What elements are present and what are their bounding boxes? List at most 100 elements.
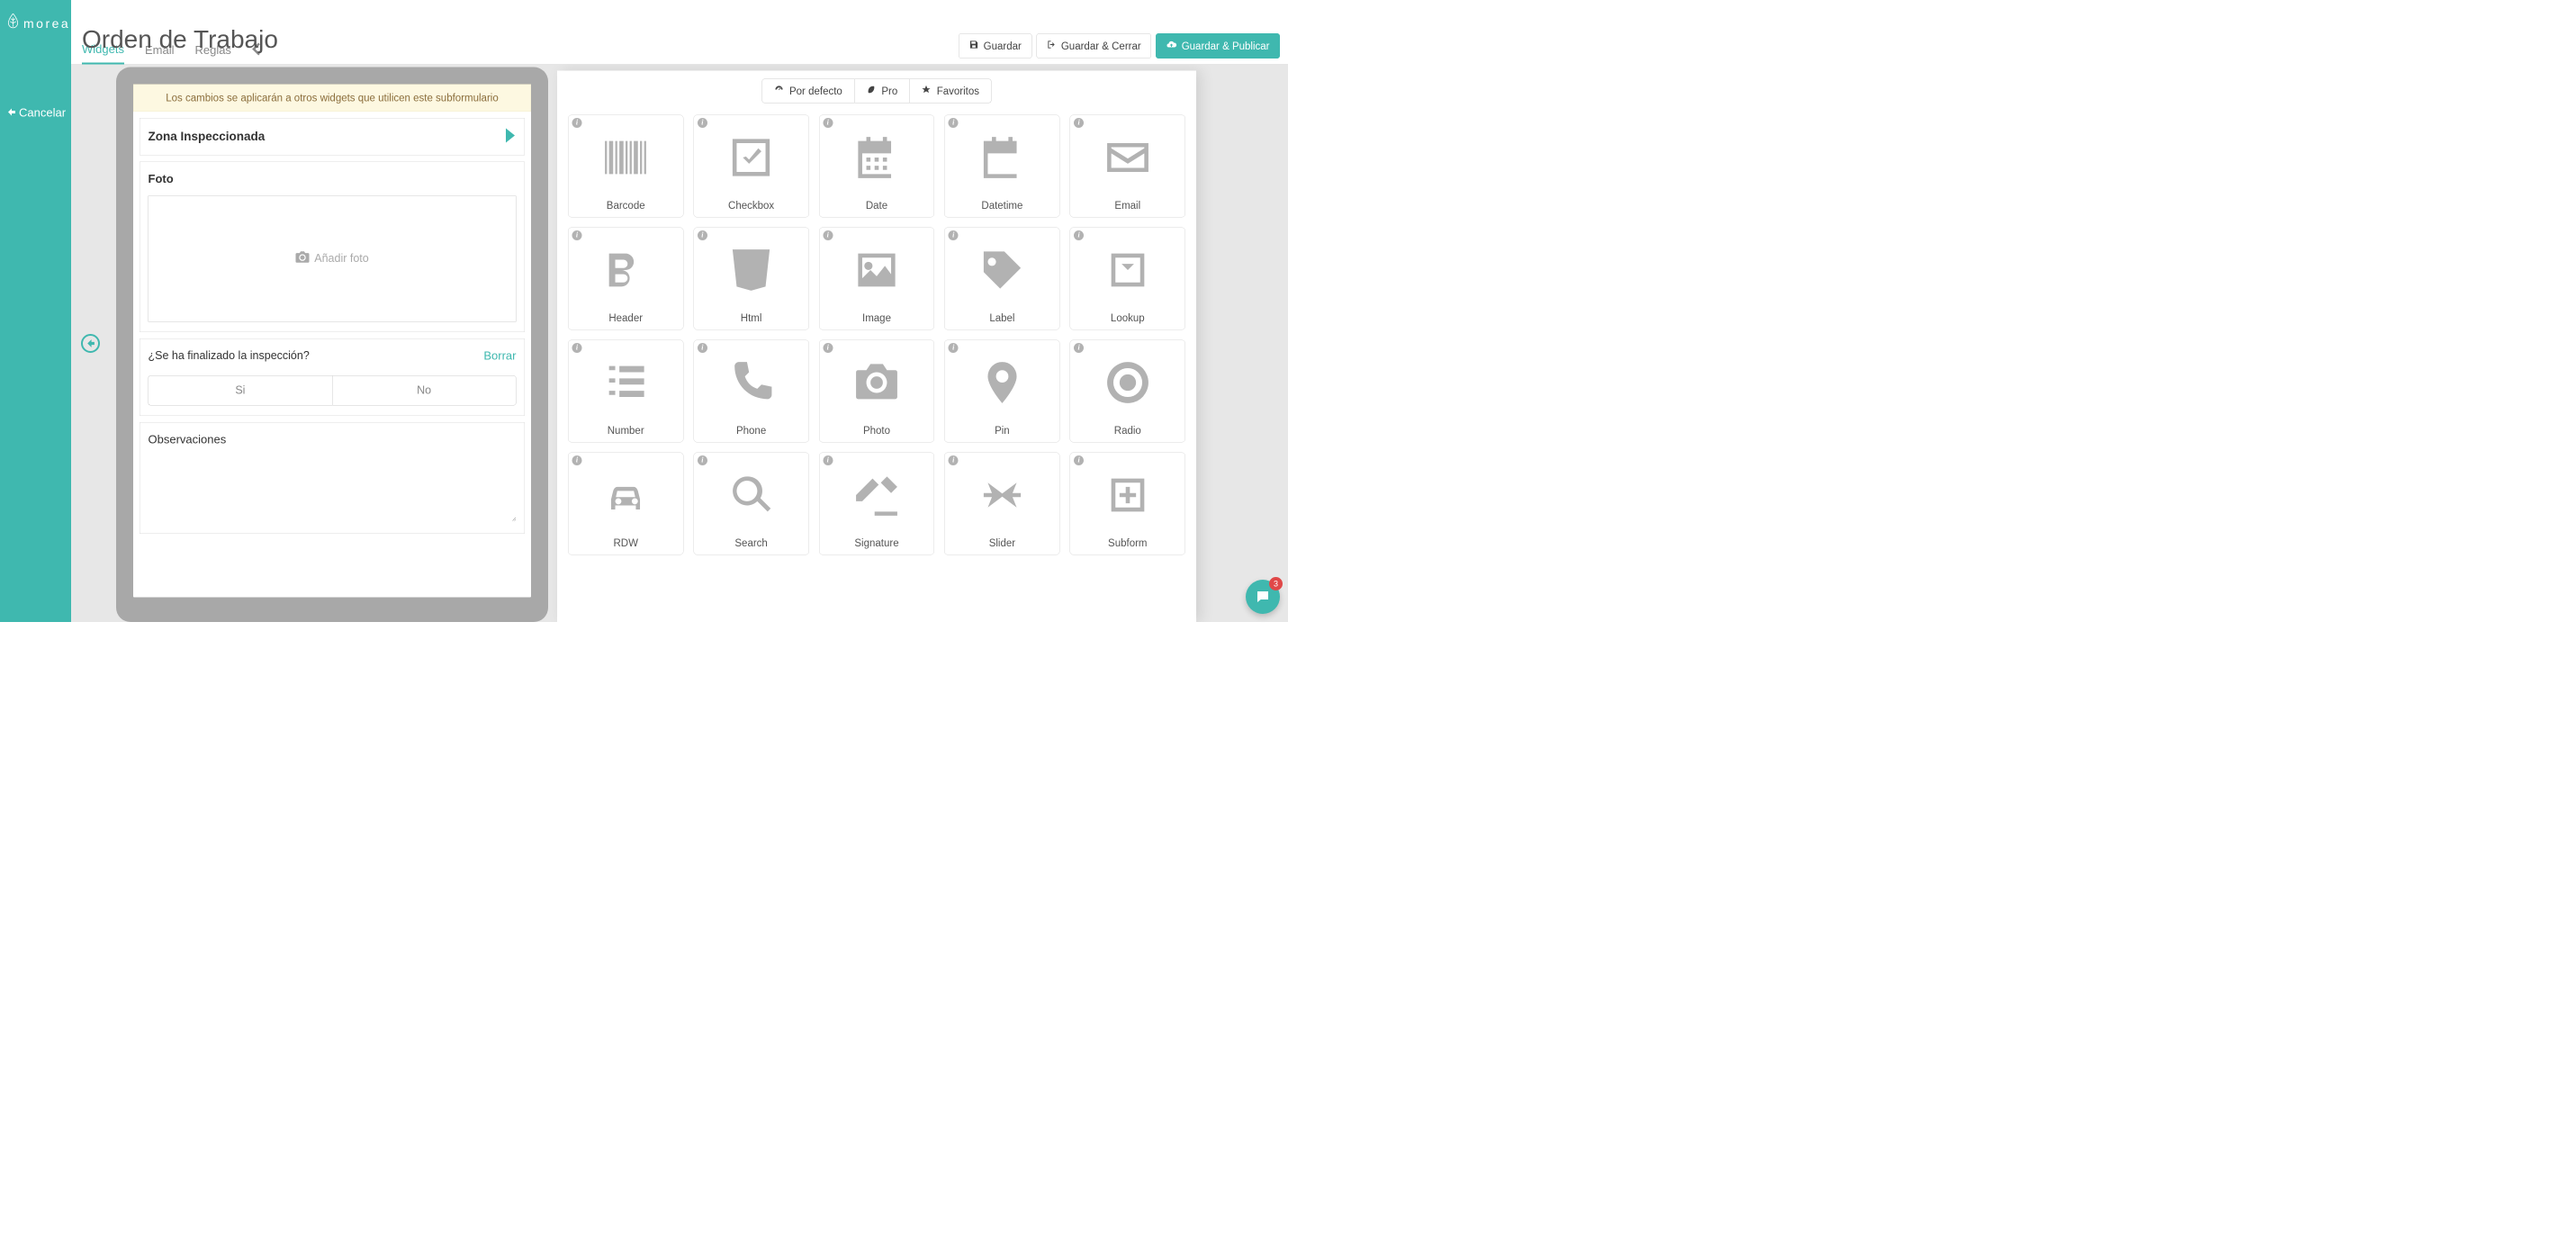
widget-label: Phone	[736, 425, 766, 437]
widget-card-slider[interactable]: iSlider	[944, 453, 1059, 555]
photo-icon	[819, 340, 933, 425]
save-publish-button[interactable]: Guardar & Publicar	[1156, 33, 1280, 59]
caret-right-icon	[505, 128, 517, 145]
widget-label: Barcode	[607, 200, 645, 212]
widget-card-photo[interactable]: i Photo	[819, 340, 934, 443]
pin-icon	[945, 340, 1059, 425]
back-circle-button[interactable]	[81, 334, 100, 353]
barcode-icon	[569, 115, 683, 200]
add-photo-box[interactable]: Añadir foto	[149, 195, 517, 321]
section-photo[interactable]: Foto Añadir foto	[140, 161, 525, 332]
radio-option-yes[interactable]: Si	[149, 375, 332, 406]
widget-label: Datetime	[981, 200, 1022, 212]
widget-card-subform[interactable]: iSubform	[1070, 453, 1185, 555]
widget-card-datetime[interactable]: iDatetime	[944, 115, 1059, 218]
info-icon[interactable]: i	[698, 343, 707, 353]
datetime-icon	[945, 115, 1059, 200]
widget-label: Number	[608, 425, 644, 437]
widget-card-html[interactable]: iHtml	[693, 228, 808, 330]
info-icon[interactable]: i	[823, 455, 833, 465]
widget-card-rdw[interactable]: iRDW	[568, 453, 683, 555]
lookup-icon	[1070, 228, 1184, 312]
image-icon	[819, 228, 933, 312]
info-icon[interactable]: i	[698, 455, 707, 465]
widget-label: Slider	[989, 537, 1015, 550]
leaf-icon	[866, 85, 876, 97]
sidebar: moreapp Cancelar	[0, 0, 71, 622]
info-icon[interactable]: i	[572, 343, 582, 353]
widget-card-lookup[interactable]: iLookup	[1070, 228, 1185, 330]
chat-badge: 3	[1269, 577, 1283, 590]
number-icon	[569, 340, 683, 425]
search-icon	[694, 453, 808, 537]
info-icon[interactable]: i	[572, 455, 582, 465]
pill-favorites-label: Favoritos	[937, 85, 979, 97]
label-icon	[945, 228, 1059, 312]
brand-leaf-icon	[7, 14, 19, 34]
info-icon[interactable]: i	[698, 118, 707, 128]
save-icon	[969, 40, 979, 52]
observations-textarea[interactable]	[149, 449, 517, 521]
widget-label: Label	[989, 312, 1014, 325]
widget-card-image[interactable]: iImage	[819, 228, 934, 330]
section-radio[interactable]: ¿Se ha finalizado la inspección? Borrar …	[140, 338, 525, 416]
widget-card-label[interactable]: iLabel	[944, 228, 1059, 330]
save-button[interactable]: Guardar	[959, 33, 1031, 59]
widget-card-number[interactable]: i Number	[568, 340, 683, 443]
widget-card-signature[interactable]: iSignature	[819, 453, 934, 555]
info-icon[interactable]: i	[572, 118, 582, 128]
widget-label: Photo	[863, 425, 890, 437]
dashboard-icon	[774, 85, 784, 97]
info-icon[interactable]: i	[698, 230, 707, 240]
pill-pro-label: Pro	[881, 85, 897, 97]
radio-question: ¿Se ha finalizado la inspección?	[149, 349, 310, 363]
camera-icon	[295, 251, 309, 266]
subform-icon	[1070, 453, 1184, 537]
widget-card-phone[interactable]: i Phone	[693, 340, 808, 443]
pill-default[interactable]: Por defecto	[761, 79, 854, 104]
info-icon[interactable]: i	[823, 230, 833, 240]
save-label: Guardar	[984, 40, 1022, 52]
widget-card-email[interactable]: iEmail	[1070, 115, 1185, 218]
header-icon	[569, 228, 683, 312]
widget-card-search[interactable]: iSearch	[693, 453, 808, 555]
info-icon[interactable]: i	[823, 343, 833, 353]
widget-card-header[interactable]: iHeader	[568, 228, 683, 330]
radio-option-no[interactable]: No	[332, 375, 517, 406]
widget-card-date[interactable]: iDate	[819, 115, 934, 218]
widget-grid: iBarcodeiCheckboxiDateiDatetimeiEmailiHe…	[568, 115, 1185, 555]
save-close-label: Guardar & Cerrar	[1061, 40, 1141, 52]
info-icon[interactable]: i	[823, 118, 833, 128]
exit-icon	[1047, 40, 1057, 52]
widget-label: Email	[1114, 200, 1140, 212]
chat-bubble-button[interactable]: 3	[1246, 580, 1280, 614]
pill-pro[interactable]: Pro	[854, 79, 909, 104]
save-close-button[interactable]: Guardar & Cerrar	[1036, 33, 1151, 59]
checkbox-icon	[694, 115, 808, 200]
add-photo-label: Añadir foto	[314, 252, 368, 266]
pill-default-label: Por defecto	[789, 85, 842, 97]
cancel-label: Cancelar	[19, 106, 66, 121]
info-icon[interactable]: i	[572, 230, 582, 240]
section-zone[interactable]: Zona Inspeccionada	[140, 118, 525, 156]
date-icon	[819, 115, 933, 200]
section-observations[interactable]: Observaciones	[140, 422, 525, 534]
widget-label: Checkbox	[728, 200, 774, 212]
widget-card-barcode[interactable]: i Barcode	[568, 115, 683, 218]
cancel-button[interactable]: Cancelar	[0, 106, 71, 121]
arrow-left-icon	[6, 106, 15, 121]
brand-logo: moreapp	[0, 0, 71, 34]
widget-panel: Por defecto Pro Favoritos i Barcode i Check…	[557, 71, 1196, 623]
pill-favorites[interactable]: Favoritos	[910, 79, 992, 104]
save-publish-label: Guardar & Publicar	[1182, 40, 1270, 52]
radio-clear-button[interactable]: Borrar	[483, 348, 516, 363]
slider-icon	[945, 453, 1059, 537]
phone-frame: Los cambios se aplicarán a otros widgets…	[116, 68, 548, 623]
rdw-icon	[569, 453, 683, 537]
widget-card-pin[interactable]: iPin	[944, 340, 1059, 443]
widget-card-checkbox[interactable]: i Checkbox	[693, 115, 808, 218]
observations-label: Observaciones	[149, 432, 517, 446]
widget-card-radio[interactable]: iRadio	[1070, 340, 1185, 443]
phone-icon	[694, 340, 808, 425]
zone-title: Zona Inspeccionada	[149, 130, 266, 144]
